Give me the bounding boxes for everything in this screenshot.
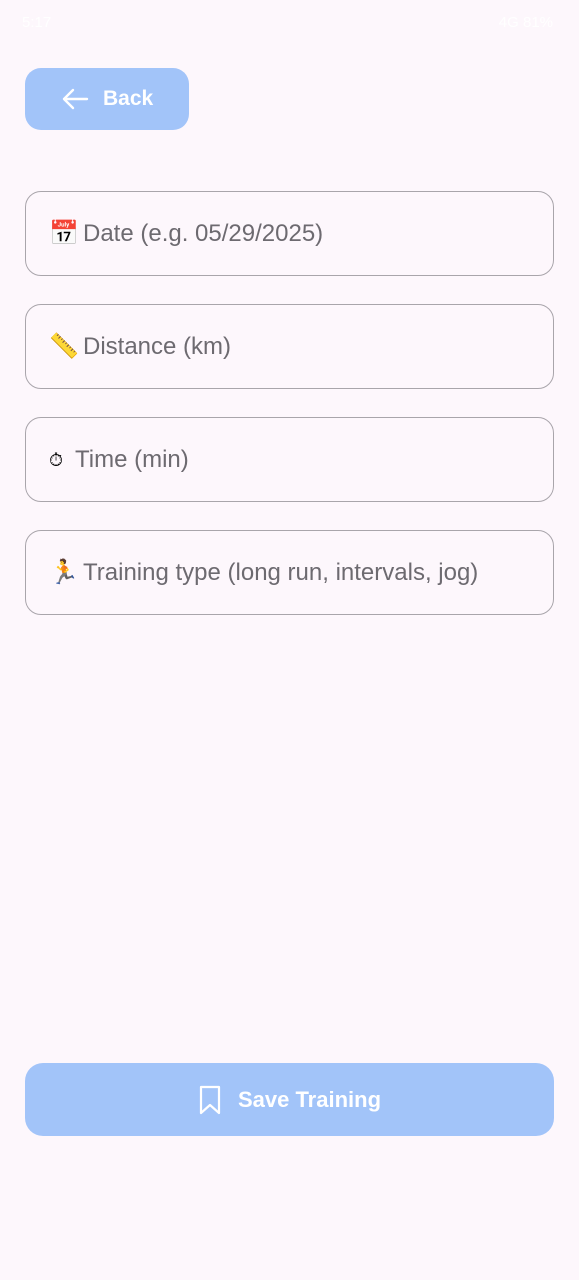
bookmark-icon	[199, 1085, 221, 1114]
time-field-placeholder: Time (min)	[75, 445, 189, 473]
calendar-icon: 📅	[49, 219, 79, 247]
time-field[interactable]: ⏱ Time (min)	[25, 417, 554, 502]
date-field-placeholder: Date (e.g. 05/29/2025)	[83, 219, 324, 247]
training-type-field-placeholder: Training type (long run, intervals, jog)	[83, 558, 479, 586]
status-time: 5:17	[22, 14, 52, 31]
distance-field-placeholder: Distance (km)	[83, 332, 232, 360]
runner-icon: 🏃	[49, 558, 79, 586]
status-bar: 5:17 4G 81%	[0, 0, 579, 48]
ruler-icon: 📏	[49, 332, 79, 360]
date-field[interactable]: 📅 Date (e.g. 05/29/2025)	[25, 191, 554, 276]
stopwatch-icon: ⏱	[49, 449, 64, 470]
back-button[interactable]: Back	[25, 68, 189, 130]
status-indicators: 4G 81%	[498, 14, 553, 31]
distance-field[interactable]: 📏 Distance (km)	[25, 304, 554, 389]
save-training-button[interactable]: Save Training	[25, 1063, 554, 1136]
back-button-label: Back	[103, 87, 154, 110]
training-type-field[interactable]: 🏃 Training type (long run, intervals, jo…	[25, 530, 554, 615]
arrow-left-icon	[62, 88, 89, 110]
save-training-label: Save Training	[237, 1086, 382, 1112]
